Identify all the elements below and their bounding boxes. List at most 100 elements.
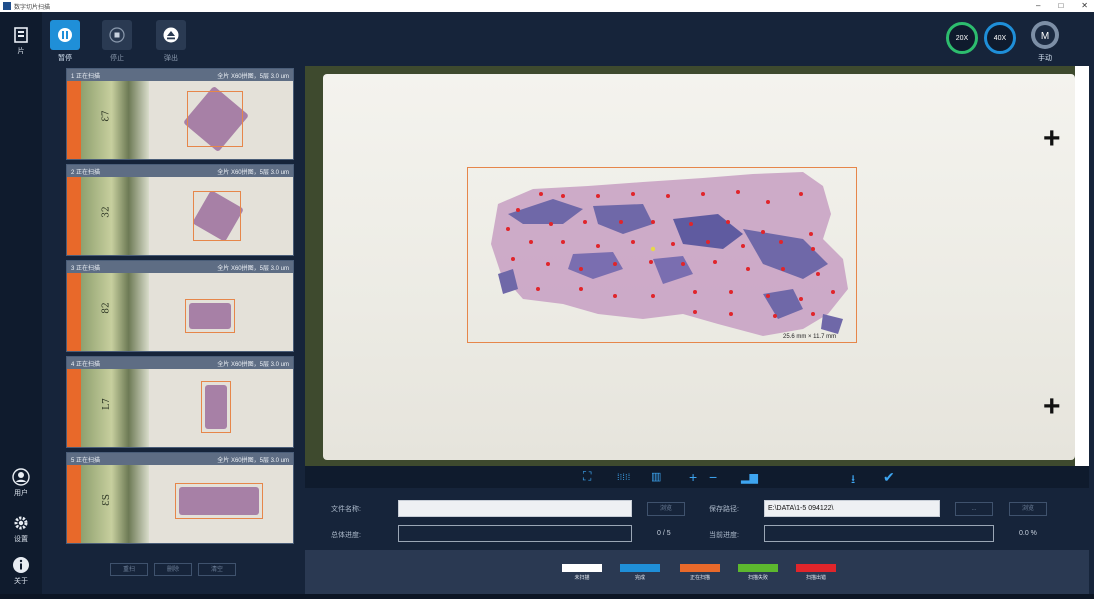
slide-card[interactable]: 5 正在扫描 全片 X60拼图，5层 3.0 um ƐS — [66, 452, 294, 544]
legend-swatch — [680, 564, 720, 572]
eject-icon — [156, 20, 186, 50]
save-path-input[interactable]: E:\DATA\1-5 094122\ — [764, 500, 940, 517]
eject-button[interactable]: 弹出 — [154, 20, 188, 63]
tile-view-icon[interactable]: ▥ — [651, 470, 661, 483]
status-bar — [0, 594, 1094, 599]
legend-swatch — [620, 564, 660, 572]
slide-title: 1 正在扫描 — [71, 73, 101, 80]
fullscreen-icon[interactable]: ⛶ — [583, 469, 591, 484]
scan-area-size: 25.6 mm × 11.7 mm — [783, 334, 837, 340]
sidebar-item-label: 用户 — [14, 490, 28, 497]
file-name-input[interactable] — [398, 500, 632, 517]
info-icon — [12, 556, 30, 574]
gear-icon — [12, 514, 30, 532]
slide-list-actions: 重扫 删除 清空 — [110, 563, 236, 576]
status-indicator — [67, 273, 81, 351]
slide-thumbnail — [149, 465, 293, 543]
zoom-out-icon[interactable]: − — [709, 469, 717, 485]
magnification-20x-button[interactable]: 20X — [946, 22, 978, 54]
slide-title: 3 正在扫描 — [71, 265, 101, 272]
legend-swatch — [796, 564, 836, 572]
status-indicator — [67, 465, 81, 543]
pause-button[interactable]: 暂停 — [48, 20, 82, 63]
save-path-label: 保存路径: — [709, 506, 739, 513]
slide-label-image: Ɛ7 — [81, 81, 149, 159]
svg-text:M: M — [1041, 31, 1049, 42]
scan-region-box — [467, 167, 857, 343]
viewer-toolbar: ⛶ ⁞⁝⁞⁝⁞ ▥ + − ▂▆ ⭳ ✔ — [305, 466, 1089, 488]
file-name-label: 文件名称: — [331, 506, 361, 513]
slide-label-image: 32 — [81, 177, 149, 255]
slide-info: 全片 X60拼图，5层 3.0 um — [217, 361, 289, 368]
slide-thumbnail — [149, 81, 293, 159]
slide-viewer[interactable]: 25.6 mm × 11.7 mm + + — [305, 66, 1089, 466]
crosshair-marker: + — [1043, 390, 1061, 423]
mag-40x-label: 40X — [993, 34, 1007, 42]
legend-label: 扫描失败 — [747, 575, 768, 581]
legend-label: 扫描出错 — [805, 575, 826, 581]
sidebar-item-user[interactable]: 用户 — [0, 468, 42, 498]
grid-select-icon[interactable]: ⁞⁝⁞⁝⁞ — [617, 472, 630, 483]
slide-info: 全片 X60拼图，5层 3.0 um — [217, 73, 289, 80]
window-controls: – □ ✕ — [1036, 0, 1088, 12]
sidebar-item-label: 关于 — [14, 578, 28, 585]
magnification-40x-button[interactable]: 40X — [984, 22, 1016, 54]
current-progress-bar — [764, 525, 994, 542]
status-indicator — [67, 369, 81, 447]
slide-thumbnail — [149, 177, 293, 255]
slide-title: 2 正在扫描 — [71, 169, 101, 176]
path-browse-button[interactable]: 浏览 — [1009, 502, 1047, 516]
sidebar-item-slides[interactable]: 片 — [0, 26, 42, 56]
legend-item: 完成 — [619, 564, 661, 581]
window-titlebar: 数字切片扫描 – □ ✕ — [0, 0, 1094, 12]
stop-button[interactable]: 停止 — [100, 20, 134, 63]
slide-list: 1 正在扫描 全片 X60拼图，5层 3.0 um Ɛ7 2 正在扫描 全片 X… — [66, 68, 294, 544]
manual-mode-icon: M — [1030, 20, 1060, 50]
legend-swatch — [562, 564, 602, 572]
pause-icon — [50, 20, 80, 50]
legend-item: 正在扫描 — [679, 564, 721, 581]
slide-info: 全片 X60拼图，5层 3.0 um — [217, 265, 289, 272]
zoom-in-icon[interactable]: + — [689, 469, 697, 485]
slide-title: 5 正在扫描 — [71, 457, 101, 464]
window-title: 数字切片扫描 — [14, 4, 51, 11]
close-button[interactable]: ✕ — [1081, 0, 1088, 12]
slide-card-header: 5 正在扫描 全片 X60拼图，5层 3.0 um — [67, 453, 293, 465]
slide-info: 全片 X60拼图，5层 3.0 um — [217, 169, 289, 176]
slide-card-header: 4 正在扫描 全片 X60拼图，5层 3.0 um — [67, 357, 293, 369]
file-browse-button[interactable]: 浏览 — [647, 502, 685, 516]
delete-button[interactable]: 删除 — [154, 563, 192, 576]
stop-label: 停止 — [110, 55, 124, 62]
slide-thumbnail — [149, 369, 293, 447]
slide-card[interactable]: 3 正在扫描 全片 X60拼图，5层 3.0 um 82 — [66, 260, 294, 352]
manual-mode-button[interactable]: M 手动 — [1028, 20, 1062, 63]
minimize-button[interactable]: – — [1036, 0, 1040, 12]
sidebar-item-settings[interactable]: 设置 — [0, 514, 42, 544]
status-indicator — [67, 177, 81, 255]
legend-swatch — [738, 564, 778, 572]
stage-icon[interactable]: ▂▆ — [741, 471, 758, 484]
legend-label: 正在扫描 — [689, 575, 710, 581]
slide-card-header: 3 正在扫描 全片 X60拼图，5层 3.0 um — [67, 261, 293, 273]
app-logo-icon — [3, 2, 11, 10]
sidebar-item-label: 设置 — [14, 536, 28, 543]
current-progress-value: 0.0 % — [1019, 530, 1037, 537]
legend-label: 未扫描 — [574, 575, 590, 581]
status-indicator — [67, 81, 81, 159]
total-progress-label: 总体进度: — [331, 532, 361, 539]
manual-mode-label: 手动 — [1038, 55, 1052, 62]
maximize-button[interactable]: □ — [1058, 0, 1063, 12]
legend-item: 未扫描 — [561, 564, 603, 581]
path-more-button[interactable]: ... — [955, 502, 993, 516]
pause-label: 暂停 — [58, 55, 72, 62]
slide-title: 4 正在扫描 — [71, 361, 101, 368]
clear-button[interactable]: 清空 — [198, 563, 236, 576]
sidebar-item-about[interactable]: 关于 — [0, 556, 42, 586]
confirm-check-icon[interactable]: ✔ — [883, 469, 895, 486]
slide-thumbnail — [149, 273, 293, 351]
slide-card[interactable]: 2 正在扫描 全片 X60拼图，5层 3.0 um 32 — [66, 164, 294, 256]
rescan-button[interactable]: 重扫 — [110, 563, 148, 576]
slide-card[interactable]: 4 正在扫描 全片 X60拼图，5层 3.0 um L7 — [66, 356, 294, 448]
slide-card[interactable]: 1 正在扫描 全片 X60拼图，5层 3.0 um Ɛ7 — [66, 68, 294, 160]
status-legend: 未扫描 完成 正在扫描 扫描失败 扫描出错 — [305, 550, 1089, 594]
